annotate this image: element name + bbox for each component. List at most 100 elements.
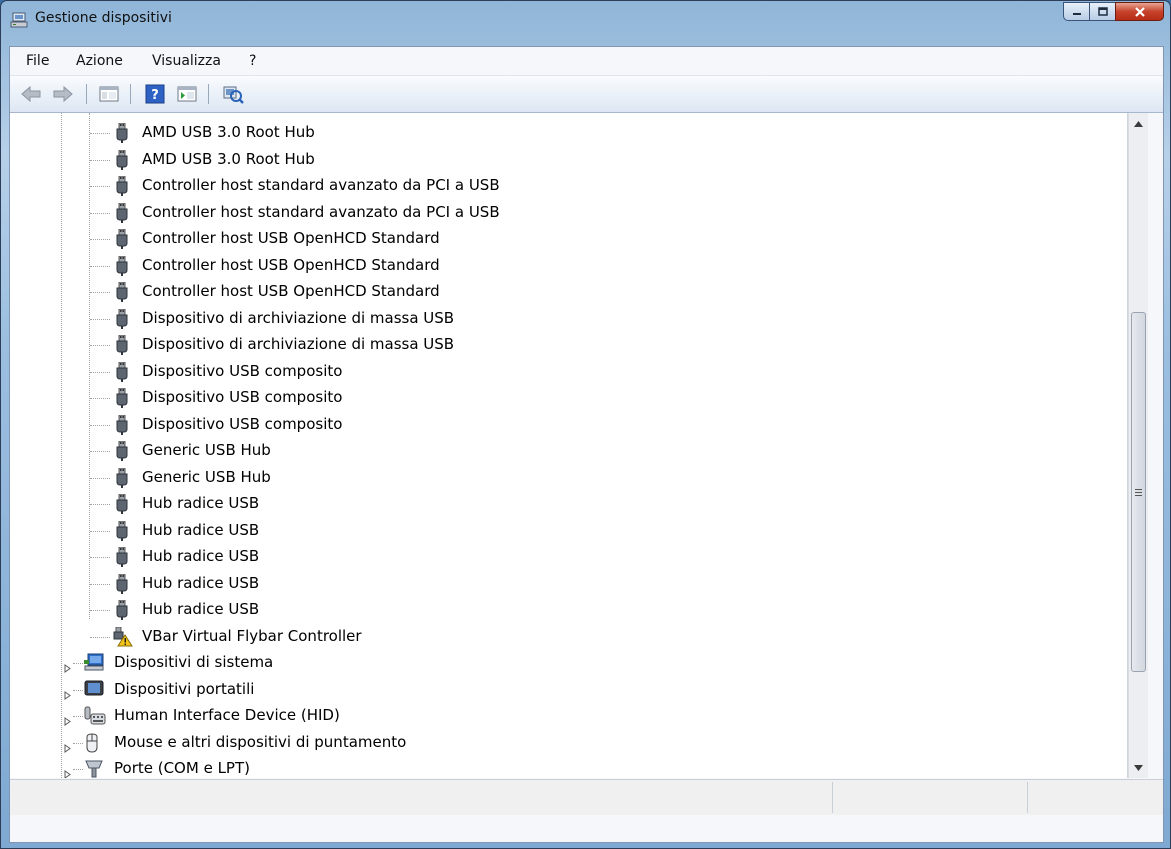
tree-item-category[interactable]: Dispositivi di sistema [10,650,1127,676]
tree-item-usb-device[interactable]: Hub radice USB [10,597,1127,623]
tree-item-usb-device[interactable]: Dispositivo USB composito [10,385,1127,411]
show-hide-console-tree-icon [99,86,119,102]
tree-item-category[interactable]: Porte (COM e LPT) [10,756,1127,778]
tree-item-label: Generic USB Hub [142,467,271,486]
tree-item-usb-device[interactable]: Hub radice USB [10,491,1127,517]
system-devices-icon [84,653,104,675]
tree-item-label: VBar Virtual Flybar Controller [142,626,362,645]
back-arrow-icon [21,86,41,102]
usb-plug-icon [115,387,129,412]
usb-plug-icon [115,414,129,439]
status-bar [10,779,1163,815]
usb-plug-icon [115,122,129,147]
tree-connector [73,742,83,744]
tree-item-usb-device[interactable]: VBar Virtual Flybar Controller [10,624,1127,650]
toolbar: ? [10,76,1163,113]
scroll-thumb[interactable] [1131,312,1146,672]
device-tree[interactable]: AMD USB 3.0 Root Hub AMD USB 3.0 Root Hu… [10,113,1128,778]
tree-connector [90,159,110,161]
back-button[interactable] [20,84,42,104]
usb-plug-icon [115,599,129,624]
tree-connector [90,530,110,532]
help-button[interactable]: ? [144,84,166,104]
toolbar-separator [208,84,209,104]
tree-item-category[interactable]: Human Interface Device (HID) [10,703,1127,729]
tree-item-label: Generic USB Hub [142,441,271,459]
tree-connector [90,265,110,267]
expand-arrow-icon[interactable] [64,711,71,730]
tree-item-usb-device[interactable]: Hub radice USB [10,518,1127,544]
tree-connector [73,663,83,664]
tree-item-usb-device[interactable]: Dispositivo di archiviazione di massa US… [10,306,1127,332]
expand-arrow-icon[interactable] [64,738,71,757]
expand-arrow-icon[interactable] [64,764,71,778]
tree-item-category[interactable]: Dispositivi portatili [10,677,1127,703]
tree-item-label: Mouse e altri dispositivi di puntamento [114,732,407,751]
usb-plug-icon [115,361,129,386]
tree-item-usb-device[interactable]: Hub radice USB [10,544,1127,570]
tree-item-usb-device[interactable]: Controller host USB OpenHCD Standard [10,279,1127,305]
device-manager-icon [10,12,28,28]
menu-azione[interactable]: Azione [76,53,123,69]
expand-arrow-icon[interactable] [64,658,71,677]
expand-arrow-icon[interactable] [64,685,71,704]
tree-item-usb-device[interactable]: AMD USB 3.0 Root Hub [10,120,1127,146]
client-area: File Azione Visualizza ? ? AMD USB 3.0 R… [9,46,1164,843]
scroll-up-button[interactable] [1129,115,1148,132]
tree-item-label: Dispositivi di sistema [114,653,274,671]
tree-item-usb-device[interactable]: Controller host USB OpenHCD Standard [10,226,1127,252]
menu-bar: File Azione Visualizza ? [10,47,1163,76]
properties-button[interactable] [176,84,198,104]
close-button[interactable] [1115,2,1164,21]
tree-item-usb-device[interactable]: Dispositivo di archiviazione di massa US… [10,332,1127,358]
tree-item-label: Porte (COM e LPT) [114,759,250,777]
status-pane [1027,782,1163,813]
scroll-down-button[interactable] [1129,759,1148,776]
status-pane [832,782,1027,813]
warning-usb-icon [113,626,133,651]
tree-item-label: Dispositivo USB composito [142,388,343,406]
tree-item-label: Controller host standard avanzato da PCI… [142,202,500,221]
tree-item-label: Dispositivo di archiviazione di massa US… [142,335,455,353]
tree-item-category[interactable]: Mouse e altri dispositivi di puntamento [10,730,1127,756]
scroll-down-icon [1134,764,1143,771]
usb-plug-icon [115,175,129,200]
scroll-up-icon [1134,120,1143,127]
hid-icon [84,706,106,730]
tree-connector [90,318,110,320]
caption-buttons [1063,2,1164,21]
tree-item-usb-device[interactable]: Generic USB Hub [10,438,1127,464]
tree-item-usb-device[interactable]: AMD USB 3.0 Root Hub [10,147,1127,173]
tree-connector [90,292,110,293]
forward-button[interactable] [52,84,74,104]
show-hide-tree-button[interactable] [98,84,120,104]
tree-item-usb-device[interactable]: Hub radice USB [10,571,1127,597]
tree-item-label: Hub radice USB [142,547,260,565]
tree-item-usb-device[interactable]: Dispositivo USB composito [10,412,1127,438]
menu-file[interactable]: File [26,53,49,69]
tree-item-usb-device[interactable]: Controller host standard avanzato da PCI… [10,173,1127,199]
mouse-icon [84,732,100,757]
tree-item-usb-device[interactable]: Controller host standard avanzato da PCI… [10,200,1127,226]
scan-hardware-button[interactable] [222,84,244,104]
tree-connector [73,716,83,717]
minimize-icon [1072,12,1081,15]
tree-connector [90,371,110,373]
close-icon [1134,6,1145,17]
minimize-button[interactable] [1063,2,1090,21]
menu-help[interactable]: ? [249,53,256,69]
menu-visualizza[interactable]: Visualizza [152,53,221,69]
title-bar[interactable]: Gestione dispositivi [1,1,1170,39]
svg-text:?: ? [151,88,159,103]
tree-item-label: AMD USB 3.0 Root Hub [142,149,315,168]
tree-item-label: Hub radice USB [142,573,260,592]
tree-connector [90,186,110,187]
maximize-button[interactable] [1089,2,1116,21]
tree-item-usb-device[interactable]: Controller host USB OpenHCD Standard [10,253,1127,279]
tree-item-usb-device[interactable]: Generic USB Hub [10,465,1127,491]
tree-connector [90,239,110,240]
usb-plug-icon [115,149,129,174]
usb-plug-icon [115,228,129,253]
tree-item-usb-device[interactable]: Dispositivo USB composito [10,359,1127,385]
vertical-scrollbar[interactable] [1128,113,1148,778]
